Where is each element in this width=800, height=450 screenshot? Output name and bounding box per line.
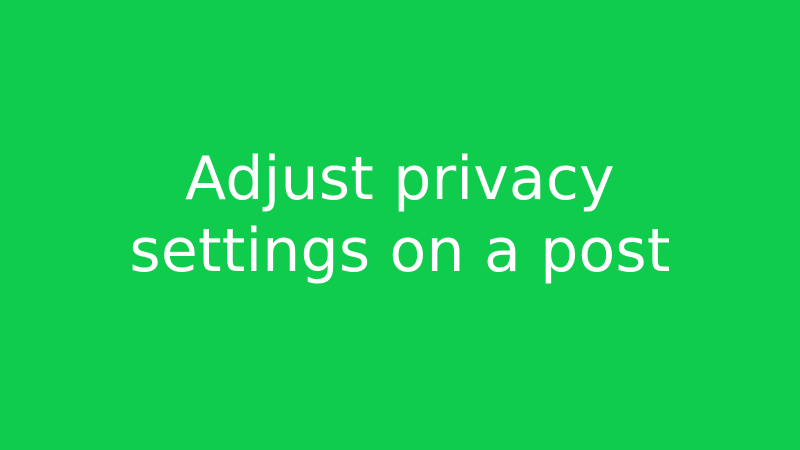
slide-title: Adjust privacy settings on a post [0,143,800,287]
title-slide: Adjust privacy settings on a post [0,0,800,450]
slide-title-line-2: settings on a post [129,216,671,286]
slide-title-line-1: Adjust privacy [185,144,615,214]
